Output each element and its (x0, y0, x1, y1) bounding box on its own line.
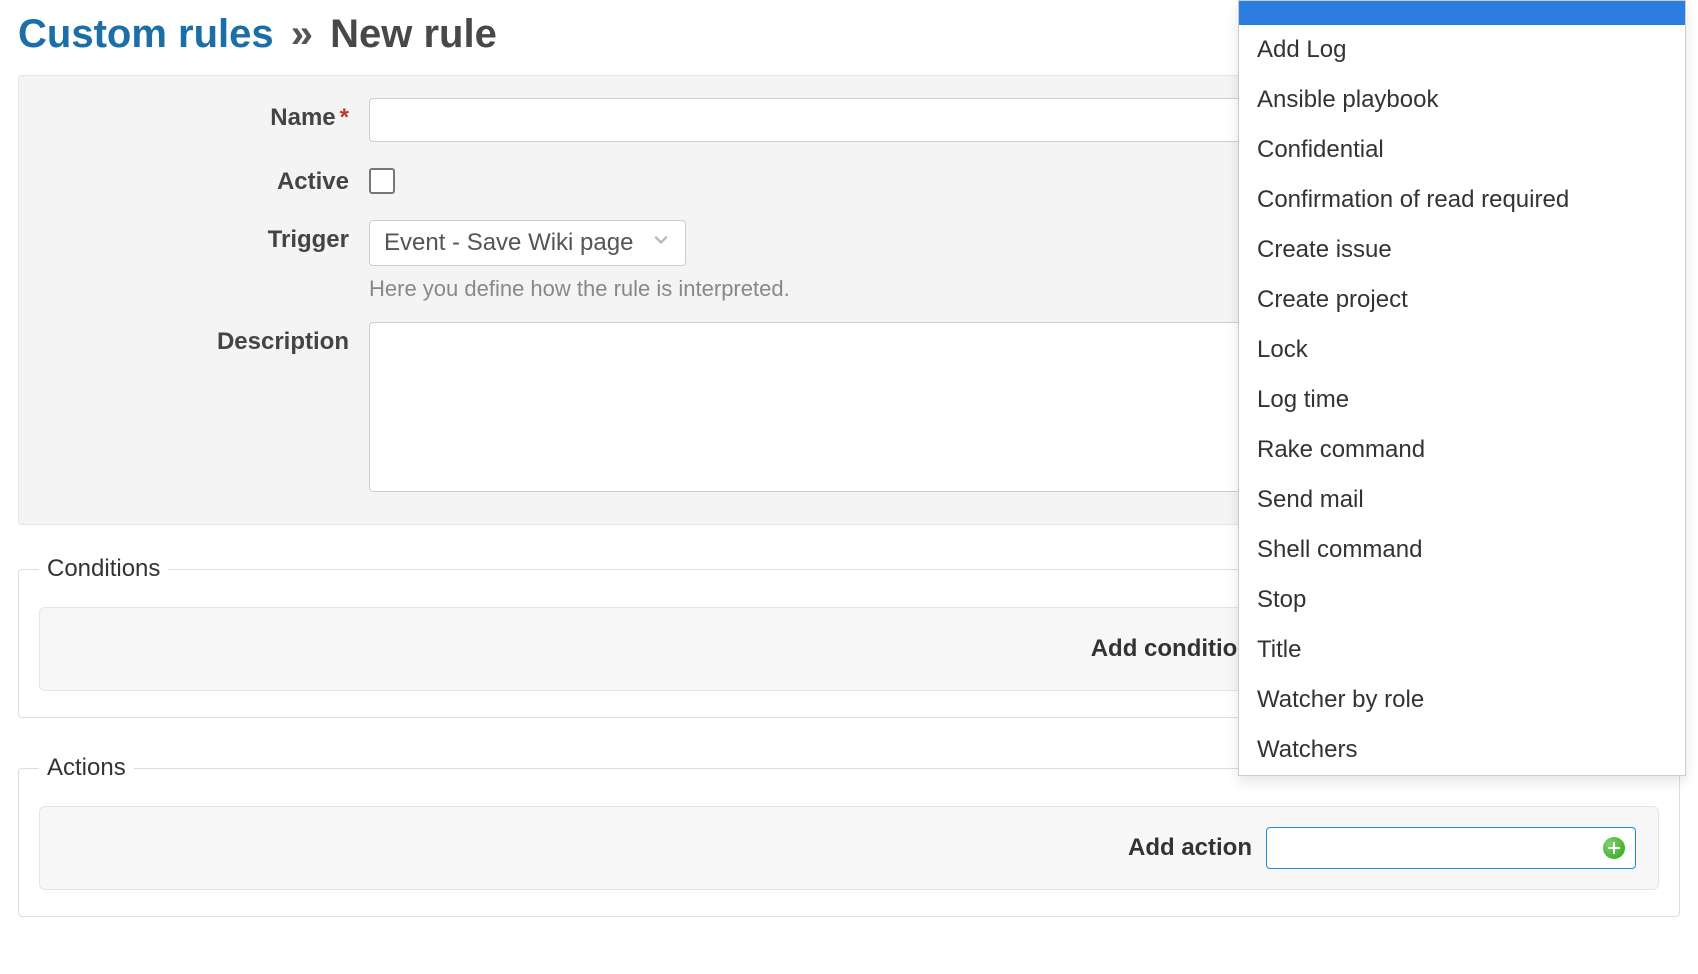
action-option[interactable]: Log time (1239, 375, 1685, 425)
add-icon (1603, 837, 1625, 859)
actions-section: Actions Add action (18, 754, 1680, 917)
add-action-dropdown: Add LogAnsible playbookConfidentialConfi… (1238, 0, 1686, 776)
action-option[interactable]: Confirmation of read required (1239, 175, 1685, 225)
add-action-picker[interactable] (1266, 827, 1636, 869)
active-checkbox[interactable] (369, 168, 395, 194)
action-option[interactable]: Stop (1239, 575, 1685, 625)
action-option[interactable]: Create issue (1239, 225, 1685, 275)
add-action-label: Add action (1128, 834, 1252, 862)
action-option[interactable]: Ansible playbook (1239, 75, 1685, 125)
required-marker: * (340, 104, 349, 131)
action-option[interactable]: Send mail (1239, 475, 1685, 525)
action-option-highlighted[interactable] (1239, 1, 1685, 25)
trigger-select[interactable]: Event - Save Wiki page (369, 220, 686, 266)
chevron-down-icon (651, 229, 671, 257)
action-option[interactable]: Rake command (1239, 425, 1685, 475)
trigger-label: Trigger (49, 220, 369, 254)
action-option[interactable]: Watcher by role (1239, 675, 1685, 725)
actions-legend: Actions (39, 754, 134, 782)
breadcrumb-separator: » (285, 12, 319, 56)
active-label: Active (49, 162, 369, 196)
action-option[interactable]: Add Log (1239, 25, 1685, 75)
action-option[interactable]: Create project (1239, 275, 1685, 325)
name-label: Name* (49, 98, 369, 132)
action-option[interactable]: Title (1239, 625, 1685, 675)
add-condition-label: Add condition (1091, 635, 1252, 663)
description-label: Description (49, 322, 369, 356)
action-option[interactable]: Lock (1239, 325, 1685, 375)
action-option[interactable]: Watchers (1239, 725, 1685, 775)
breadcrumb-current: New rule (330, 12, 497, 56)
breadcrumb-root-link[interactable]: Custom rules (18, 12, 274, 56)
action-option[interactable]: Confidential (1239, 125, 1685, 175)
trigger-select-value: Event - Save Wiki page (384, 229, 633, 257)
conditions-legend: Conditions (39, 555, 168, 583)
add-action-row: Add action (39, 806, 1659, 890)
action-option[interactable]: Shell command (1239, 525, 1685, 575)
